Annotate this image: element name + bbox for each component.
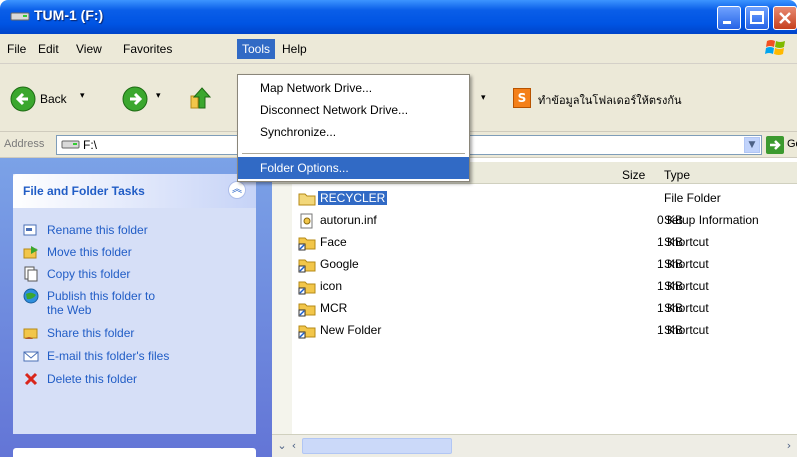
tools-menu-dropdown: Map Network Drive... Disconnect Network … [237,74,470,182]
file-row-new-folder[interactable]: New Folder 1 KB Shortcut [272,320,797,342]
folder-icon [298,193,316,206]
file-name: Face [320,235,347,249]
file-type: Shortcut [664,323,709,337]
file-type: Shortcut [664,279,709,293]
file-name: Google [320,257,359,271]
file-name: autorun.inf [320,213,377,227]
file-row-autorun[interactable]: autorun.inf 0 KB Setup Information [272,210,797,232]
sync-folder-button[interactable]: ทำข้อมูลในโฟลเดอร์ให้ตรงกัน [538,91,682,109]
rename-icon [23,224,37,236]
folder-shortcut-icon [298,303,316,317]
menu-map-network-drive[interactable]: Map Network Drive... [238,77,469,99]
file-row-recycler[interactable]: RECYCLER File Folder [272,188,797,210]
maximize-button[interactable] [745,6,769,30]
folder-shortcut-icon [298,281,316,295]
file-type: File Folder [664,191,721,205]
file-row-icon[interactable]: icon 1 KB Shortcut [272,276,797,298]
file-type: Shortcut [664,235,709,249]
forward-arrow-icon [122,86,148,112]
horizontal-scrollbar[interactable]: ⌄ ‹ › [272,434,797,457]
windows-logo-icon [765,40,785,55]
file-type: Shortcut [664,257,709,271]
folder-shortcut-icon [298,325,316,339]
window-title: TUM-1 (F:) [34,7,104,23]
delete-icon [24,372,38,386]
go-button[interactable] [766,136,784,154]
close-icon [779,12,791,24]
back-dropdown-icon[interactable]: ▾ [80,90,85,101]
scroll-thumb[interactable] [302,438,452,454]
views-dropdown-icon[interactable]: ▾ [481,92,486,103]
back-arrow-icon [10,86,36,112]
minimize-button[interactable] [717,6,741,30]
file-name: RECYCLER [318,191,388,205]
go-label[interactable]: Go [787,138,797,150]
forward-dropdown-icon[interactable]: ▾ [156,90,161,101]
file-row-mcr[interactable]: MCR 1 KB Shortcut [272,298,797,320]
menu-folder-options[interactable]: Folder Options... [238,157,469,179]
menu-favorites[interactable]: Favorites [123,42,172,56]
publish-icon [23,288,39,304]
address-dropdown-icon[interactable]: ▼ [744,137,760,153]
copy-icon [24,266,38,282]
title-bar[interactable]: TUM-1 (F:) [0,0,797,34]
file-row-google[interactable]: Google 1 KB Shortcut [272,254,797,276]
folder-shortcut-icon [298,237,316,251]
menu-disconnect-network-drive[interactable]: Disconnect Network Drive... [238,99,469,121]
move-icon [23,246,38,259]
task-panel-header[interactable]: File and Folder Tasks ︽ [13,174,256,208]
collapse-chevron-icon[interactable]: ︽ [228,181,246,199]
task-panel-title: File and Folder Tasks [23,184,145,198]
maximize-icon [750,11,764,24]
address-label: Address [4,138,45,150]
menu-file[interactable]: File [7,42,26,56]
file-name: icon [320,279,343,293]
file-type: Setup Information [664,213,759,227]
file-name: MCR [320,301,348,315]
setup-file-icon [300,213,313,229]
up-folder-icon[interactable] [188,84,214,112]
menu-bar: File Edit View Favorites Tools Help [0,34,797,64]
menu-edit[interactable]: Edit [38,42,59,56]
address-value: F:\ [83,138,97,152]
scroll-left-arrow-icon[interactable]: ‹ [286,438,302,454]
share-icon [23,328,38,339]
file-type: Shortcut [664,301,709,315]
menu-help[interactable]: Help [282,42,307,56]
email-icon [23,351,39,362]
go-arrow-icon [770,140,781,150]
file-folder-tasks-panel: File and Folder Tasks ︽ Rename this fold… [13,174,256,434]
column-type[interactable]: Type [664,168,690,182]
task-pane: File and Folder Tasks ︽ Rename this fold… [0,158,272,457]
column-size[interactable]: Size [622,168,645,182]
drive-icon [10,12,30,21]
menu-synchronize[interactable]: Synchronize... [238,121,469,143]
drive-icon [61,140,80,149]
file-name: New Folder [320,323,382,337]
menu-tools[interactable]: Tools [237,39,276,59]
sync-s-icon[interactable]: S [513,88,531,108]
back-button[interactable]: Back ▾ [8,84,88,114]
menu-separator [242,153,465,154]
scroll-right-arrow-icon[interactable]: › [781,438,797,454]
menu-view[interactable]: View [76,42,102,56]
minimize-icon [723,21,731,24]
folder-shortcut-icon [298,259,316,273]
back-label: Back [40,92,67,106]
other-places-panel[interactable] [13,448,256,457]
file-row-face[interactable]: Face 1 KB Shortcut [272,232,797,254]
file-list-area: Size Type RECYCLER File Folder autorun.i… [272,158,797,457]
close-button[interactable] [773,6,797,30]
forward-button[interactable]: ▾ [120,84,164,114]
